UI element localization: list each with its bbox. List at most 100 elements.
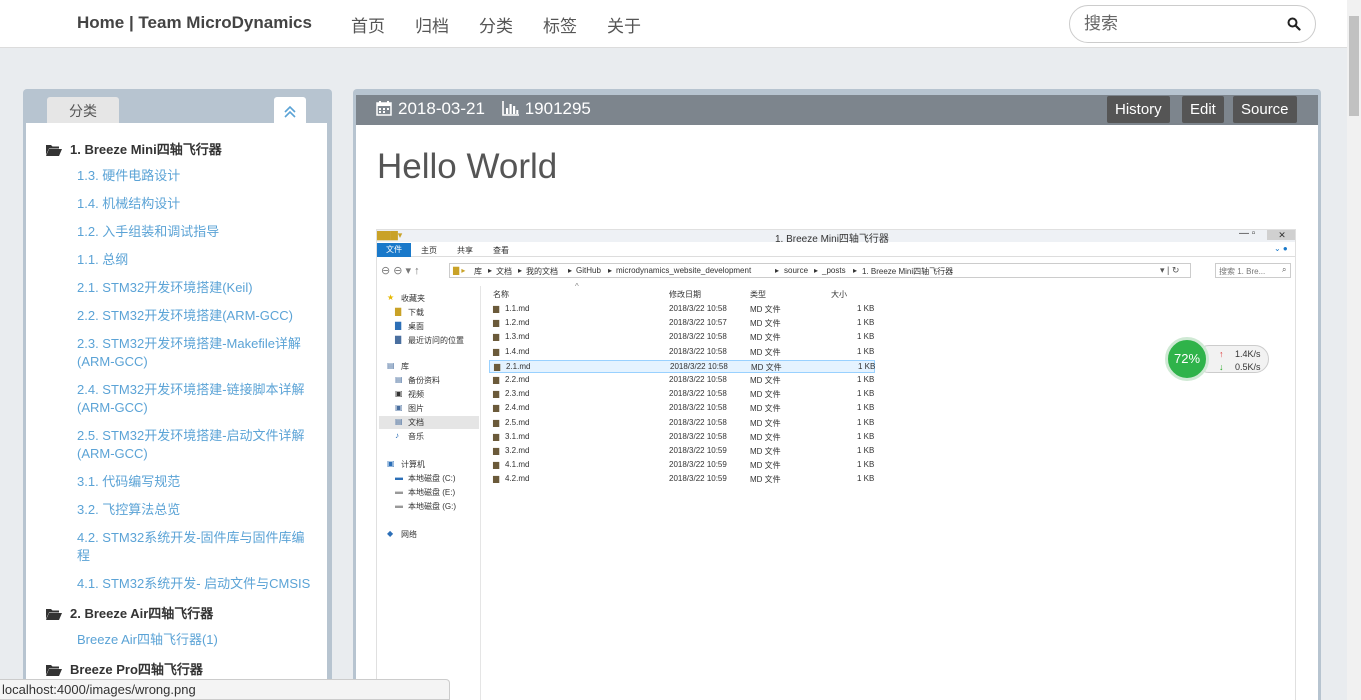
category-heading[interactable]: 1. Breeze Mini四轴飞行器: [46, 139, 222, 158]
browser-status-url: localhost:4000/images/wrong.png: [0, 679, 450, 700]
explorer-ribbon: 文件 主页 共享 查看 ⌄ ●: [377, 243, 1295, 257]
history-button[interactable]: History: [1107, 96, 1170, 123]
file-type: MD 文件: [750, 461, 781, 471]
category-post-link[interactable]: 2.1. STM32开发环境搭建(Keil): [77, 279, 317, 297]
search-icon: ⌕: [1282, 265, 1287, 274]
file-row: ▆ 2.2.md 2018/3/22 10:58 MD 文件 1 KB: [489, 374, 875, 387]
nav-home-link[interactable]: 首页: [351, 12, 385, 37]
path-separator: ▸: [608, 266, 613, 275]
nav-categories-link[interactable]: 分类: [479, 12, 513, 37]
explorer-address-bar: ▇ ▸ 库 ▸ 文档 ▸ 我的文档 ▸ GitHub ▸ microdynami…: [449, 263, 1191, 278]
category-post-link[interactable]: 4.2. STM32系统开发-固件库与固件库编程: [77, 529, 317, 565]
file-icon: ▆: [493, 446, 500, 455]
file-icon: ▆: [493, 474, 500, 484]
category-post-link[interactable]: 2.3. STM32开发环境搭建-Makefile详解(ARM-GCC): [77, 335, 317, 371]
file-name: 1.2.md: [505, 318, 530, 328]
file-row: ▆ 2.1.md 2018/3/22 10:58 MD 文件 1 KB: [489, 359, 876, 373]
file-row: ▆ 1.3.md 2018/3/22 10:58 MD 文件 1 KB: [489, 331, 875, 344]
file-date: 2018/3/22 10:58: [669, 346, 727, 356]
nav-tree-item: 本地磁盘 (G:): [408, 502, 456, 511]
computer-icon: ▣: [387, 459, 395, 468]
file-row: ▆ 2.4.md 2018/3/22 10:58 MD 文件 1 KB: [489, 402, 875, 415]
file-row: ▆ 1.1.md 2018/3/22 10:58 MD 文件 1 KB: [489, 303, 875, 316]
download-arrow-icon: ↓: [1219, 362, 1224, 372]
nav-tree-selected-highlight: [379, 416, 479, 429]
file-name: 4.2.md: [505, 474, 530, 484]
file-size: 1 KB: [857, 318, 875, 328]
file-icon: ▆: [493, 417, 500, 427]
file-size: 1 KB: [857, 474, 875, 484]
category-post-link[interactable]: 3.2. 飞控算法总览: [77, 501, 317, 519]
category-post-link[interactable]: 3.1. 代码编写规范: [77, 473, 317, 491]
edit-button[interactable]: Edit: [1182, 96, 1224, 123]
file-icon: ▆: [493, 389, 500, 399]
category-post-link[interactable]: Breeze Air四轴飞行器(1): [77, 631, 317, 649]
chevron-up-icon: [284, 105, 296, 118]
star-icon: ★: [387, 293, 395, 302]
file-size: 1 KB: [857, 446, 875, 455]
file-date: 2018/3/22 10:58: [670, 361, 728, 371]
nav-tree-item: 下载: [408, 308, 424, 317]
path-segment: 1. Breeze Mini四轴飞行器: [862, 267, 954, 276]
category-post-link[interactable]: 4.1. STM32系统开发- 启动文件与CMSIS: [77, 575, 317, 593]
drive-icon: ▬: [395, 501, 403, 510]
file-name: 2.3.md: [505, 389, 530, 399]
path-segment: _posts: [822, 266, 846, 275]
nav-tree-item: 收藏夹: [401, 294, 425, 303]
file-row: ▆ 2.5.md 2018/3/22 10:58 MD 文件 1 KB: [489, 417, 875, 430]
file-type: MD 文件: [750, 432, 781, 442]
path-segment: GitHub: [576, 266, 601, 275]
file-date: 2018/3/22 10:58: [669, 332, 727, 342]
upload-speed: 1.4K/s: [1235, 349, 1261, 359]
column-header-name: 名称: [493, 290, 509, 299]
file-date: 2018/3/22 10:58: [669, 375, 727, 384]
drive-icon: ▬: [395, 487, 403, 496]
site-brand-link[interactable]: Home | Team MicroDynamics: [77, 13, 312, 33]
category-post-link[interactable]: 2.2. STM32开发环境搭建(ARM-GCC): [77, 307, 317, 325]
scrollbar-thumb[interactable]: [1349, 16, 1359, 116]
category-post-link[interactable]: 1.3. 硬件电路设计: [77, 167, 317, 185]
library-icon: ▤: [387, 361, 395, 370]
category-post-link[interactable]: 2.4. STM32开发环境搭建-链接脚本详解(ARM-GCC): [77, 381, 317, 417]
file-date: 2018/3/22 10:58: [669, 417, 727, 427]
sidebar-tab-categories[interactable]: 分类: [47, 97, 119, 125]
post-body: Hello World ▇▇▇▾ 1. Breeze Mini四轴飞行器 — ▫…: [356, 125, 1318, 700]
search-input[interactable]: [1084, 14, 1274, 34]
download-speed: 0.5K/s: [1235, 362, 1261, 372]
category-post-link[interactable]: 1.2. 入手组装和调试指导: [77, 223, 317, 241]
file-type: MD 文件: [750, 347, 781, 357]
nav-archive-link[interactable]: 归档: [415, 12, 449, 37]
column-header-type: 类型: [750, 290, 766, 299]
page-scrollbar[interactable]: [1347, 0, 1361, 700]
close-icon: ✕: [1267, 230, 1295, 240]
file-type: MD 文件: [750, 376, 781, 385]
file-size: 1 KB: [858, 361, 876, 371]
search-icon[interactable]: [1287, 17, 1301, 31]
nav-tree-item: 库: [401, 362, 409, 371]
path-separator: ▸: [814, 266, 819, 275]
folder-open-icon: [46, 609, 62, 620]
category-heading[interactable]: 2. Breeze Air四轴飞行器: [46, 603, 213, 622]
file-type: MD 文件: [750, 475, 781, 485]
file-type: MD 文件: [751, 362, 782, 372]
category-name: 1. Breeze Mini四轴飞行器: [70, 142, 222, 157]
nav-tree-item: 视频: [408, 390, 424, 399]
nav-tree-item: 音乐: [408, 432, 424, 441]
nav-tags-link[interactable]: 标签: [543, 12, 577, 37]
category-post-link[interactable]: 1.4. 机械结构设计: [77, 195, 317, 213]
category-heading[interactable]: Breeze Pro四轴飞行器: [46, 659, 203, 678]
explorer-search-box: 搜索 1. Bre... ⌕: [1215, 263, 1291, 278]
network-speed-widget: 72% ↑ 1.4K/s ↓ 0.5K/s: [1165, 335, 1273, 381]
sidebar-collapse-button[interactable]: [274, 97, 306, 125]
path-segment: 我的文档: [526, 267, 558, 276]
nav-about-link[interactable]: 关于: [607, 12, 641, 37]
file-name: 1.4.md: [505, 346, 530, 356]
source-button[interactable]: Source: [1233, 96, 1297, 123]
file-date: 2018/3/22 10:59: [669, 474, 727, 484]
category-post-link[interactable]: 2.5. STM32开发环境搭建-启动文件详解(ARM-GCC): [77, 427, 317, 463]
nav-tree-item: 网络: [401, 530, 417, 539]
category-post-link[interactable]: 1.1. 总纲: [77, 251, 317, 269]
window-controls-icon: — ▫: [1239, 229, 1256, 239]
file-row: ▆ 3.2.md 2018/3/22 10:59 MD 文件 1 KB: [489, 445, 875, 458]
folder-icon: ▇ ▸: [453, 266, 466, 275]
